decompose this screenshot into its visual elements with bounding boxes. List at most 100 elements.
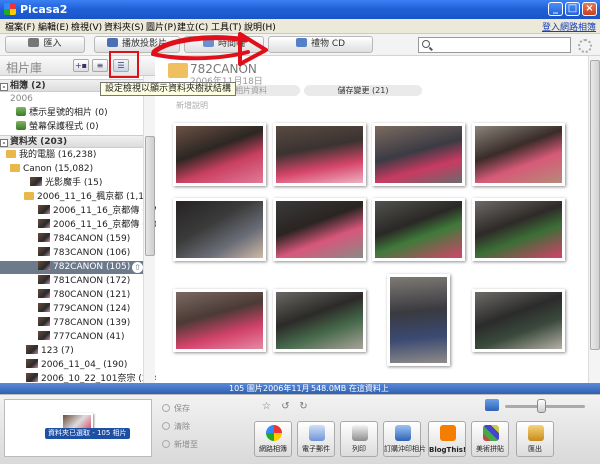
photo-thumbnail[interactable] xyxy=(173,198,266,261)
folder-thumbnail xyxy=(38,247,50,256)
flat-view-icon[interactable]: ≡ xyxy=(92,59,108,72)
list-item[interactable]: 784CANON (159) xyxy=(0,233,153,246)
photo-thumbnail[interactable] xyxy=(372,123,465,186)
add-description-field[interactable]: 新增說明 xyxy=(176,100,208,111)
clear-button[interactable]: 清除 xyxy=(158,419,214,434)
folder-label: 780CANON (121) xyxy=(53,290,131,300)
folder-thumbnail xyxy=(38,317,50,326)
section-folders[interactable]: - 資料夾 (203) xyxy=(0,135,153,148)
rotate-left-icon[interactable]: ↺ xyxy=(279,401,292,414)
library-panel: 相片庫 +▪ ≡ ☰ - 相簿 (2) 2006 標示星號的相片 (0) 螢幕保護… xyxy=(0,56,163,384)
minimize-button[interactable]: _ xyxy=(548,2,563,16)
list-item[interactable]: 781CANON (172) xyxy=(0,275,153,288)
list-item[interactable]: 780CANON (121) xyxy=(0,289,153,302)
web-album-button[interactable]: 網路相簿 xyxy=(254,421,292,457)
order-prints-button[interactable]: 訂購沖印相片 xyxy=(383,421,426,457)
search-input[interactable] xyxy=(418,37,571,53)
menu-file[interactable]: 檔案(F) xyxy=(5,20,35,33)
folder-label: 779CANON (124) xyxy=(53,304,131,314)
folder-thumbnail xyxy=(38,303,50,312)
collapse-icon: - xyxy=(0,139,8,147)
export-button[interactable]: 匯出 xyxy=(516,421,554,457)
zoom-slider-handle[interactable] xyxy=(537,399,546,413)
photo-thumbnail[interactable] xyxy=(273,289,366,352)
folder-thumbnail xyxy=(26,345,38,354)
collage-button[interactable]: 美術拼貼 xyxy=(471,421,509,457)
section-label: 資料夾 (203) xyxy=(10,137,68,147)
cd-icon xyxy=(295,38,307,47)
list-item[interactable]: Canon (15,082) xyxy=(0,163,153,176)
list-item[interactable]: 2006_11_16_京都傳 (47) xyxy=(0,205,161,218)
list-item[interactable]: 783CANON (106) xyxy=(0,247,153,260)
clear-label: 清除 xyxy=(174,422,190,431)
album-label: 螢幕保護程式 (0) xyxy=(29,122,99,132)
share-up-icon[interactable]: ⇧ xyxy=(132,262,143,273)
print-button[interactable]: 列印 xyxy=(340,421,378,457)
album-icon xyxy=(16,107,26,116)
photo-thumbnail[interactable] xyxy=(273,123,366,186)
photo-scrollbar[interactable] xyxy=(588,56,600,383)
add-to-button[interactable]: 新增至 xyxy=(158,437,214,452)
selection-badge: 資料夾已選取 - 105 相片 xyxy=(45,428,130,439)
folder-thumbnail xyxy=(26,359,38,368)
list-item[interactable]: 螢幕保護程式 (0) xyxy=(0,121,153,134)
scrollbar-thumb[interactable] xyxy=(145,136,155,256)
album-label: 標示星號的相片 (0) xyxy=(29,108,108,118)
list-item[interactable]: 778CANON (139) xyxy=(0,317,153,330)
photo-thumbnail[interactable] xyxy=(173,123,266,186)
photo-count: 105 圖片 xyxy=(229,384,263,393)
close-button[interactable]: × xyxy=(582,2,597,16)
clear-icon xyxy=(162,422,170,430)
save-changes-button[interactable]: 儲存變更 (21) xyxy=(304,85,422,96)
photo-thumbnail[interactable] xyxy=(472,289,565,352)
menu-folder[interactable]: 資料夾(S) xyxy=(104,20,144,33)
list-item[interactable]: 777CANON (41) xyxy=(0,331,153,344)
import-button[interactable]: 匯入 xyxy=(5,36,85,53)
rotate-right-icon[interactable]: ↻ xyxy=(297,401,310,414)
export-folder-icon xyxy=(528,425,544,441)
order-prints-icon xyxy=(395,425,411,441)
folder-thumbnail xyxy=(38,219,50,228)
hold-button[interactable]: 保存 xyxy=(158,401,214,416)
add-to-label: 新增至 xyxy=(174,440,198,449)
list-item[interactable]: 我的電腦 (16,238) xyxy=(0,149,153,162)
list-item[interactable]: 2006_11_16_京都傳 (90) xyxy=(0,219,161,232)
photo-thumbnail[interactable] xyxy=(472,198,565,261)
list-item-selected[interactable]: 782CANON (105) ⇧ xyxy=(0,261,153,274)
menu-view[interactable]: 檢視(V) xyxy=(71,20,102,33)
list-item[interactable]: 779CANON (124) xyxy=(0,303,153,316)
folder-thumbnail xyxy=(38,205,50,214)
year-label: 2006 xyxy=(10,94,33,104)
photo-thumbnail[interactable] xyxy=(372,198,465,261)
blogthis-button[interactable]: BlogThis! xyxy=(428,421,466,457)
menu-edit[interactable]: 編輯(E) xyxy=(38,20,69,33)
star-icon[interactable]: ☆ xyxy=(260,401,273,414)
export-label: 匯出 xyxy=(528,445,542,453)
photo-thumbnail[interactable] xyxy=(472,123,565,186)
list-item[interactable]: 標示星號的相片 (0) xyxy=(0,107,153,120)
add-icon xyxy=(162,440,170,448)
folder-thumbnail xyxy=(38,261,50,270)
folder-label: 783CANON (106) xyxy=(53,248,131,258)
photo-thumbnail[interactable] xyxy=(173,289,266,352)
create-cd-button[interactable]: 禮物 CD xyxy=(268,36,373,53)
photo-thumbnail[interactable] xyxy=(273,198,366,261)
email-button[interactable]: 電子郵件 xyxy=(297,421,335,457)
hold-icon xyxy=(162,404,170,412)
order-prints-label: 訂購沖印相片 xyxy=(384,445,426,453)
list-item[interactable]: 光影魔手 (15) xyxy=(0,177,153,190)
add-album-icon[interactable]: +▪ xyxy=(73,59,89,72)
folder-label: 2006_11_16_楓京都 (1,104) xyxy=(37,192,159,202)
photo-thumbnail[interactable] xyxy=(387,274,450,366)
list-item[interactable]: 123 (7) xyxy=(0,345,153,358)
photo-browser: 782CANON 2006年11月18日 適切顯示相片資料 儲存變更 (21) … xyxy=(156,56,600,383)
maximize-button[interactable]: □ xyxy=(565,2,580,16)
status-bar: 105 圖片 2006年11月 548.0MB 在這資料上 xyxy=(0,383,600,394)
folder-label: 782CANON (105) xyxy=(53,262,131,272)
list-item[interactable]: 2006_11_04_ (190) xyxy=(0,359,153,372)
login-web-albums-link[interactable]: 登入網路相簿 xyxy=(542,20,596,33)
collapse-icon: - xyxy=(0,83,8,91)
scrollbar-thumb[interactable] xyxy=(590,60,600,350)
library-scrollbar[interactable] xyxy=(143,76,155,383)
list-item[interactable]: 2006_11_16_楓京都 (1,104) xyxy=(0,191,159,204)
